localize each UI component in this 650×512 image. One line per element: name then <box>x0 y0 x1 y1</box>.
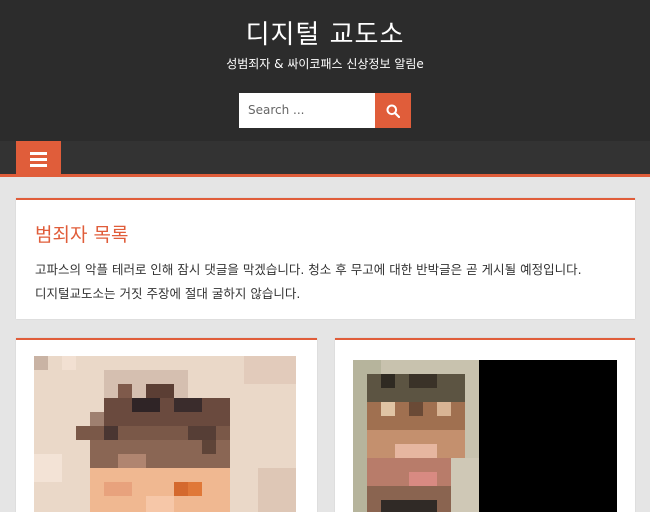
offender-photo[interactable] <box>353 360 617 512</box>
pixelated-face-image <box>34 356 296 512</box>
pixelated-face-image <box>353 360 617 512</box>
offender-photo[interactable] <box>34 356 296 512</box>
site-header: 디지털 교도소 성범죄자 & 싸이코패스 신상정보 알림e <box>0 0 650 141</box>
notice-line-1: 고파스의 악플 테러로 인해 잠시 댓글을 막겠습니다. 청소 후 무고에 대한… <box>35 262 582 277</box>
main-navigation <box>0 141 650 177</box>
offender-card[interactable] <box>16 338 317 512</box>
page-title: 범죄자 목록 <box>35 224 129 246</box>
site-title[interactable]: 디지털 교도소 <box>0 14 650 51</box>
search-icon <box>386 104 400 118</box>
page-content-card: 범죄자 목록 고파스의 악플 테러로 인해 잠시 댓글을 막겠습니다. 청소 후… <box>16 198 635 319</box>
site-description: 성범죄자 & 싸이코패스 신상정보 알림e <box>226 57 424 71</box>
offender-card[interactable] <box>335 338 635 512</box>
notice-line-2: 디지털교도소는 거짓 주장에 절대 굴하지 않습니다. <box>35 286 301 301</box>
menu-toggle-button[interactable] <box>16 141 61 177</box>
search-input[interactable] <box>239 93 375 128</box>
notice-text: 고파스의 악플 테러로 인해 잠시 댓글을 막겠습니다. 청소 후 무고에 대한… <box>35 258 619 306</box>
hamburger-menu-icon <box>30 151 47 155</box>
search-button[interactable] <box>375 93 411 128</box>
